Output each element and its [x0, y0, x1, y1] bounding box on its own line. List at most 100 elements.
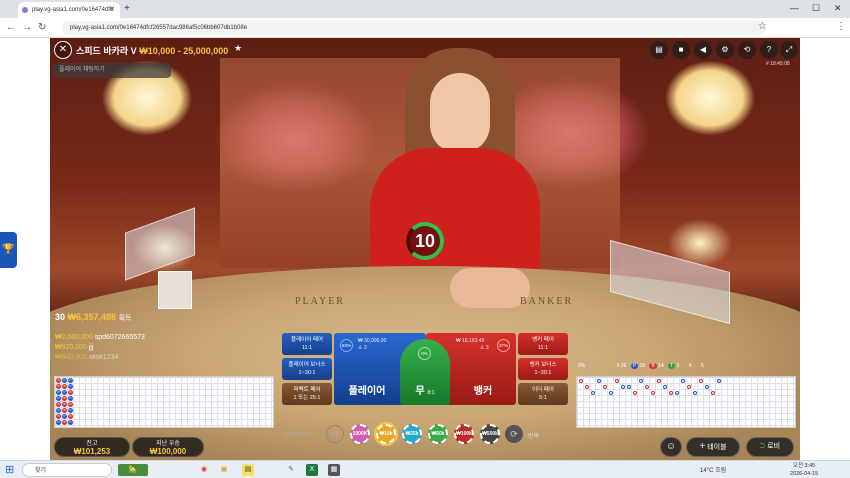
table-banker-label: BANKER: [520, 296, 574, 307]
winner-row: ₩840,000 sksk1234: [55, 354, 118, 361]
banker-win-count: 14: [658, 363, 664, 369]
perfect-pair-bet[interactable]: 퍼펙트 페어 1 또는 25:1: [282, 383, 332, 405]
big-road-marker: [687, 385, 691, 389]
bead-player: P: [56, 420, 61, 425]
bead-player: P: [56, 408, 61, 413]
big-road-marker: [669, 391, 673, 395]
either-pair-bet[interactable]: 이더 페어 5:1: [518, 383, 568, 405]
winner-name: spd6072665573: [94, 334, 145, 341]
player-pair-bet[interactable]: 플레이어 페어 11:1: [282, 333, 332, 355]
bead-player: P: [56, 390, 61, 395]
bet-odds: 5:1: [539, 395, 547, 401]
close-game-button[interactable]: ✕: [54, 41, 72, 59]
windows-taskbar: ⊞ 찾기 🏡 ◉ ▣ ▤ ✎ X ▦ 14°C 흐림 오전 3:45 2026-0…: [0, 460, 850, 478]
close-tab-icon[interactable]: ✕: [109, 2, 115, 18]
bead-banker: B: [56, 414, 61, 419]
chip-2[interactable]: ₩25k: [402, 424, 422, 444]
settings-gear-icon[interactable]: ⚙: [716, 41, 734, 59]
big-road-marker: [633, 391, 637, 395]
help-icon[interactable]: ?: [760, 41, 778, 59]
lobby-button[interactable]: ⮊ 로비: [746, 437, 794, 457]
history-list-icon[interactable]: ▤: [650, 41, 668, 59]
banker-bonus-bet[interactable]: 뱅커 보너스 1~30:1: [518, 358, 568, 380]
browser-tab[interactable]: play.vg-asia1.com/0e16474dfc ✕: [18, 2, 120, 18]
bead-player: P: [68, 378, 73, 383]
taskbar-search[interactable]: 찾기: [22, 463, 112, 477]
player-win-count: 19: [639, 363, 646, 369]
window-close-button[interactable]: ✕: [834, 3, 842, 14]
reload-button[interactable]: ↻: [38, 22, 46, 33]
url-input[interactable]: play.vg-asia1.com/0e16474dfcf26557dac986…: [62, 21, 766, 35]
bet-limits: ₩10,000 - 25,000,000: [139, 46, 229, 56]
total-won-amount: ₩6,357,488: [67, 312, 117, 322]
chip-0[interactable]: 1000K: [350, 424, 370, 444]
chat-button[interactable]: ☺: [660, 437, 682, 457]
bead-player: P: [62, 390, 67, 395]
player-bonus-bet[interactable]: 플레이어 보너스 1~30:1: [282, 358, 332, 380]
bet-odds: 11:1: [537, 345, 549, 351]
banker-bettor-count: ♙ 3: [480, 345, 489, 351]
bead-road[interactable]: BBPPBPBPPBPBBBPBPPBPBPBP: [54, 376, 274, 428]
tie-percent: 0%: [418, 347, 431, 360]
dealer-hands: [450, 268, 530, 308]
back-button[interactable]: ←: [6, 22, 16, 33]
big-road-marker: [651, 391, 655, 395]
favorite-star-icon[interactable]: ★: [234, 43, 242, 54]
chat-input[interactable]: 플레이어 채팅하기: [53, 63, 171, 78]
sticky-notes-icon[interactable]: ▤: [242, 464, 254, 476]
lobby-label: 로비: [767, 443, 781, 450]
minimize-button[interactable]: —: [790, 3, 799, 13]
new-tab-button[interactable]: +: [124, 2, 130, 16]
fullscreen-icon[interactable]: ⤢: [780, 41, 798, 59]
road-stats: 0% # 36 P 19 B 14 T 3 4 5: [576, 360, 800, 372]
bet-countdown-timer: 10: [406, 222, 444, 260]
chip-4[interactable]: ₩100k: [454, 424, 474, 444]
total-won-label: 획득: [118, 315, 132, 322]
banker-bet-label: 뱅커: [473, 386, 493, 397]
big-road-marker: [597, 379, 601, 383]
tab-title: play.vg-asia1.com/0e16474dfc: [32, 7, 113, 13]
banker-pair-count: 5: [700, 363, 704, 369]
betting-area: 플레이어 페어 11:1 플레이어 보너스 1~30:1 퍼펙트 페어 1 또는 25…: [282, 333, 568, 411]
pen-icon[interactable]: ✎: [285, 464, 297, 476]
banker-pair-bet[interactable]: 뱅커 페어 11:1: [518, 333, 568, 355]
bead-banker: B: [62, 408, 67, 413]
side-trophy-tab[interactable]: 🏆: [0, 232, 17, 268]
browser-tab-bar: play.vg-asia1.com/0e16474dfc ✕ + — ☐ ✕: [0, 0, 850, 18]
bookmark-star-icon[interactable]: ☆: [758, 21, 767, 32]
forward-button[interactable]: →: [22, 22, 32, 33]
sound-icon[interactable]: ◀: [694, 41, 712, 59]
undo-button[interactable]: ↺: [326, 425, 344, 443]
windows-start-icon[interactable]: ⊞: [5, 463, 14, 476]
game-viewport: PLAYER BANKER ✕ 스피드 바카라 V ₩10,000 - 25,0…: [50, 38, 800, 460]
app-icon[interactable]: ▦: [328, 464, 340, 476]
chrome-icon[interactable]: ◉: [198, 464, 210, 476]
video-icon[interactable]: ■: [672, 41, 690, 59]
bead-banker: B: [62, 402, 67, 407]
browser-menu-icon[interactable]: ⋮: [836, 21, 846, 32]
total-winnings: 30 ₩6,357,488 획득: [55, 312, 131, 323]
winner-amount: ₩840,000: [55, 354, 87, 361]
weather-widget[interactable]: 14°C 흐림: [700, 465, 726, 474]
chip-1[interactable]: ₩10k: [376, 424, 396, 444]
chip-5[interactable]: ₩500k: [480, 424, 500, 444]
address-bar-row: ← → ↻ play.vg-asia1.com/0e16474dfcf26557…: [0, 18, 850, 38]
maximize-button[interactable]: ☐: [812, 3, 820, 14]
big-road-marker: [621, 385, 625, 389]
excel-icon[interactable]: X: [306, 464, 318, 476]
big-road[interactable]: [576, 376, 796, 428]
winner-amount: ₩2,000,000: [55, 334, 93, 341]
clock-time: 오전 3:45: [792, 463, 816, 469]
repeat-button[interactable]: ⟳: [505, 425, 523, 443]
tie-bet[interactable]: 0% 무 8:1: [400, 339, 450, 405]
round-count: # 36: [616, 363, 627, 369]
taskbar-clock[interactable]: 오전 3:45 2026-04-15: [790, 462, 818, 478]
big-road-marker: [699, 379, 703, 383]
file-explorer-icon[interactable]: ▣: [218, 464, 230, 476]
chip-3[interactable]: ₩50k: [428, 424, 448, 444]
search-highlight-icon[interactable]: 🏡: [118, 464, 148, 476]
undo-label: 실행 취소하기: [283, 432, 312, 438]
tables-button[interactable]: + 테이블: [686, 437, 740, 457]
balance-value: ₩101,253: [73, 447, 111, 456]
game-history-icon[interactable]: ⟲: [738, 41, 756, 59]
